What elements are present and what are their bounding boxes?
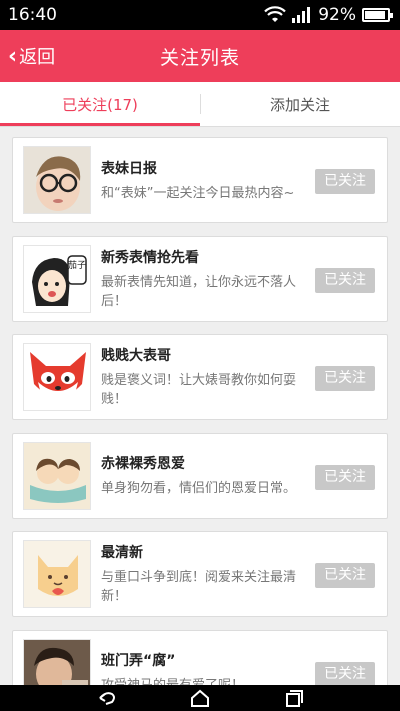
item-desc: 最新表情先知道，让你永远不落人后！ bbox=[101, 274, 297, 309]
signal-icon bbox=[292, 7, 311, 23]
item-desc: 攻受神马的最有爱了呢！ bbox=[101, 676, 301, 685]
followed-list[interactable]: 表妹日报 和“表妹”一起关注今日最热内容~ 已关注 茄子 新秀表情抢先看 最新表… bbox=[0, 127, 400, 685]
item-name: 表妹日报 bbox=[101, 160, 157, 177]
avatar bbox=[23, 638, 91, 685]
item-info: 赤裸裸秀恩爱 单身狗勿看，情侣们的恩爱日常。 bbox=[101, 453, 301, 498]
back-nav-icon[interactable] bbox=[96, 688, 118, 708]
wifi-icon bbox=[264, 6, 286, 22]
tab-followed[interactable]: 已关注(17) bbox=[0, 82, 200, 126]
battery-icon bbox=[362, 8, 393, 22]
followed-button[interactable]: 已关注 bbox=[315, 366, 375, 391]
home-nav-icon[interactable] bbox=[189, 688, 211, 708]
back-label: 返回 bbox=[19, 47, 56, 68]
tab-add-follow[interactable]: 添加关注 bbox=[200, 82, 400, 126]
item-desc: 单身狗勿看，情侣们的恩爱日常。 bbox=[101, 481, 297, 496]
item-name: 贱贱大表哥 bbox=[101, 348, 171, 364]
back-button[interactable]: ‹ 返回 bbox=[8, 30, 55, 82]
tab-bar: 已关注(17) 添加关注 bbox=[0, 82, 400, 126]
avatar bbox=[23, 343, 91, 411]
item-desc: 贱是褒义词！让大婊哥教你如何耍贱！ bbox=[101, 373, 297, 407]
header-bar: ‹ 返回 关注列表 bbox=[0, 30, 400, 82]
status-time: 16:40 bbox=[8, 5, 57, 25]
item-name: 赤裸裸秀恩爱 bbox=[101, 456, 185, 472]
item-info: 新秀表情抢先看 最新表情先知道，让你永远不落人后！ bbox=[101, 247, 301, 311]
followed-button[interactable]: 已关注 bbox=[315, 563, 375, 588]
list-item[interactable]: 茄子 新秀表情抢先看 最新表情先知道，让你永远不落人后！ 已关注 bbox=[12, 235, 388, 322]
list-item[interactable]: 赤裸裸秀恩爱 单身狗勿看，情侣们的恩爱日常。 已关注 bbox=[12, 432, 388, 519]
tab-divider bbox=[200, 94, 201, 114]
avatar bbox=[23, 146, 91, 214]
chevron-left-icon: ‹ bbox=[8, 43, 18, 69]
item-desc: 与重口斗争到底！阅爱来关注最清新！ bbox=[101, 570, 297, 604]
item-info: 表妹日报 和“表妹”一起关注今日最热内容~ bbox=[101, 158, 301, 203]
avatar bbox=[23, 441, 91, 510]
item-name: 班门弄“腐” bbox=[101, 653, 176, 669]
list-item[interactable]: 班门弄“腐” 攻受神马的最有爱了呢！ 已关注 bbox=[12, 629, 388, 685]
avatar: 茄子 bbox=[23, 244, 91, 313]
status-bar: 16:40 92% bbox=[0, 0, 400, 30]
status-icons: 92% bbox=[264, 5, 393, 25]
avatar-text: 茄子 bbox=[68, 259, 86, 271]
item-name: 新秀表情抢先看 bbox=[101, 249, 199, 266]
battery-percent: 92% bbox=[318, 5, 356, 25]
page-title: 关注列表 bbox=[159, 46, 240, 69]
avatar bbox=[23, 540, 91, 608]
list-item[interactable]: 贱贱大表哥 贱是褒义词！让大婊哥教你如何耍贱！ 已关注 bbox=[12, 334, 388, 420]
item-desc: 和“表妹”一起关注今日最热内容~ bbox=[101, 185, 295, 201]
system-nav-bar bbox=[0, 685, 400, 711]
item-info: 最清新 与重口斗争到底！阅爱来关注最清新！ bbox=[101, 542, 301, 606]
followed-button[interactable]: 已关注 bbox=[315, 169, 375, 194]
item-name: 最清新 bbox=[101, 545, 143, 561]
followed-button[interactable]: 已关注 bbox=[315, 464, 375, 490]
list-item[interactable]: 最清新 与重口斗争到底！阅爱来关注最清新！ 已关注 bbox=[12, 531, 388, 617]
followed-button[interactable]: 已关注 bbox=[315, 661, 375, 685]
list-item[interactable]: 表妹日报 和“表妹”一起关注今日最热内容~ 已关注 bbox=[12, 137, 388, 223]
followed-button[interactable]: 已关注 bbox=[315, 267, 375, 293]
recents-nav-icon[interactable] bbox=[282, 688, 304, 708]
item-info: 贱贱大表哥 贱是褒义词！让大婊哥教你如何耍贱！ bbox=[101, 345, 301, 409]
item-info: 班门弄“腐” 攻受神马的最有爱了呢！ bbox=[101, 650, 301, 685]
